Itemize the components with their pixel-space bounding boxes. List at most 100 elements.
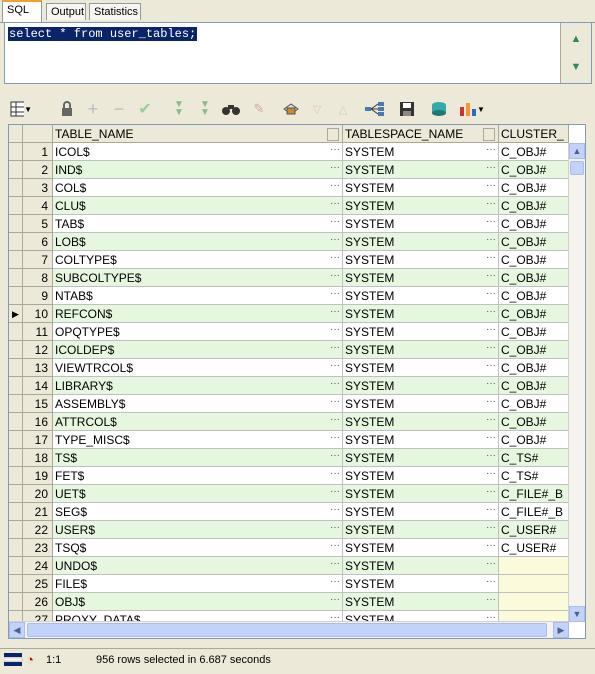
cluster-name-cell[interactable]: C_OBJ# [499,197,569,215]
row-indicator[interactable] [9,413,23,431]
row-number[interactable]: 8 [23,269,53,287]
cell-ellipsis-button[interactable]: ··· [486,179,496,193]
cell-ellipsis-button[interactable]: ··· [330,485,340,499]
table-name-cell[interactable]: TSQ$ ··· [53,539,343,557]
row-indicator[interactable] [9,467,23,485]
tablespace-name-cell[interactable]: SYSTEM ··· [343,377,499,395]
cluster-name-cell[interactable] [499,575,569,593]
tablespace-name-cell[interactable]: SYSTEM ··· [343,323,499,341]
row-number[interactable]: 23 [23,539,53,557]
table-name-cell[interactable]: COL$ ··· [53,179,343,197]
tablespace-name-cell[interactable]: SYSTEM ··· [343,341,499,359]
table-name-cell[interactable]: OPQTYPE$ ··· [53,323,343,341]
cell-ellipsis-button[interactable]: ··· [486,143,496,157]
tablespace-name-cell[interactable]: SYSTEM ··· [343,521,499,539]
tab-output[interactable]: Output [46,3,86,20]
table-name-cell[interactable]: UNDO$ ··· [53,557,343,575]
table-row[interactable]: 20 UET$ ··· SYSTEM ··· C_FILE#_B [9,485,569,503]
row-indicator[interactable] [9,593,23,611]
table-name-cell[interactable]: ICOLDEP$ ··· [53,341,343,359]
cell-ellipsis-button[interactable]: ··· [486,431,496,445]
table-name-cell[interactable]: REFCON$ ··· [53,305,343,323]
cell-ellipsis-button[interactable]: ··· [330,269,340,283]
row-number[interactable]: 10 [23,305,53,323]
row-indicator[interactable] [9,521,23,539]
cluster-name-cell[interactable]: C_OBJ# [499,161,569,179]
row-indicator[interactable] [9,323,23,341]
table-row[interactable]: ▶ 10 REFCON$ ··· SYSTEM ··· C_OBJ# [9,305,569,323]
table-row[interactable]: 6 LOB$ ··· SYSTEM ··· C_OBJ# [9,233,569,251]
cell-ellipsis-button[interactable]: ··· [330,287,340,301]
row-number[interactable]: 9 [23,287,53,305]
cluster-name-cell[interactable]: C_OBJ# [499,395,569,413]
cluster-name-cell[interactable]: C_OBJ# [499,305,569,323]
table-name-cell[interactable]: FET$ ··· [53,467,343,485]
tablespace-name-cell[interactable]: SYSTEM ··· [343,449,499,467]
cell-ellipsis-button[interactable]: ··· [330,215,340,229]
scroll-up-icon[interactable]: ▲ [569,143,585,159]
save-icon[interactable] [396,98,418,120]
row-number[interactable]: 12 [23,341,53,359]
cell-ellipsis-button[interactable]: ··· [330,305,340,319]
table-row[interactable]: 14 LIBRARY$ ··· SYSTEM ··· C_OBJ# [9,377,569,395]
table-name-cell[interactable]: TYPE_MISC$ ··· [53,431,343,449]
cluster-name-cell[interactable]: C_OBJ# [499,287,569,305]
table-name-cell[interactable]: IND$ ··· [53,161,343,179]
table-name-cell[interactable]: TAB$ ··· [53,215,343,233]
cell-ellipsis-button[interactable]: ··· [486,503,496,517]
cluster-name-cell[interactable]: C_USER# [499,539,569,557]
table-name-cell[interactable]: LIBRARY$ ··· [53,377,343,395]
table-row[interactable]: 26 OBJ$ ··· SYSTEM ··· [9,593,569,611]
delete-record-icon[interactable]: − [108,98,130,120]
query-by-example-icon[interactable] [280,98,302,120]
cell-ellipsis-button[interactable]: ··· [486,539,496,553]
tablespace-name-cell[interactable]: SYSTEM ··· [343,233,499,251]
previous-statement-icon[interactable]: ▲ [570,33,582,45]
tablespace-name-cell[interactable]: SYSTEM ··· [343,215,499,233]
row-number[interactable]: 22 [23,521,53,539]
row-indicator[interactable] [9,161,23,179]
cell-ellipsis-button[interactable]: ··· [486,449,496,463]
table-row[interactable]: 19 FET$ ··· SYSTEM ··· C_TS# [9,467,569,485]
scroll-right-icon[interactable]: ▶ [553,622,569,638]
vertical-scroll-thumb[interactable] [570,161,584,175]
cluster-name-cell[interactable]: C_TS# [499,467,569,485]
cell-ellipsis-button[interactable]: ··· [486,305,496,319]
cell-ellipsis-button[interactable]: ··· [486,557,496,571]
cell-ellipsis-button[interactable]: ··· [330,359,340,373]
cell-ellipsis-button[interactable]: ··· [486,377,496,391]
row-number[interactable]: 3 [23,179,53,197]
row-number[interactable]: 1 [23,143,53,161]
cluster-name-cell[interactable]: C_OBJ# [499,431,569,449]
table-name-cell[interactable]: USER$ ··· [53,521,343,539]
tablespace-name-cell[interactable]: SYSTEM ··· [343,575,499,593]
cluster-name-cell[interactable]: C_OBJ# [499,179,569,197]
table-row[interactable]: 13 VIEWTRCOL$ ··· SYSTEM ··· C_OBJ# [9,359,569,377]
cluster-name-cell[interactable]: C_TS# [499,449,569,467]
cell-ellipsis-button[interactable]: ··· [330,233,340,247]
cell-ellipsis-button[interactable]: ··· [486,215,496,229]
table-name-cell[interactable]: COLTYPE$ ··· [53,251,343,269]
cluster-name-cell[interactable]: C_OBJ# [499,377,569,395]
cell-ellipsis-button[interactable]: ··· [330,521,340,535]
row-number[interactable]: 16 [23,413,53,431]
row-number[interactable]: 15 [23,395,53,413]
table-name-cell[interactable]: SUBCOLTYPE$ ··· [53,269,343,287]
tablespace-name-cell[interactable]: SYSTEM ··· [343,251,499,269]
table-row[interactable]: 2 IND$ ··· SYSTEM ··· C_OBJ# [9,161,569,179]
tablespace-name-cell[interactable]: SYSTEM ··· [343,485,499,503]
row-number[interactable]: 2 [23,161,53,179]
tablespace-name-cell[interactable]: SYSTEM ··· [343,431,499,449]
table-name-cell[interactable]: CLU$ ··· [53,197,343,215]
row-number[interactable]: 14 [23,377,53,395]
cell-ellipsis-button[interactable]: ··· [330,143,340,157]
cluster-name-cell[interactable]: C_OBJ# [499,251,569,269]
row-number[interactable]: 13 [23,359,53,377]
tablespace-name-cell[interactable]: SYSTEM ··· [343,143,499,161]
tablespace-name-cell[interactable]: SYSTEM ··· [343,557,499,575]
scroll-down-icon[interactable]: ▼ [569,606,585,622]
tablespace-name-cell[interactable]: SYSTEM ··· [343,161,499,179]
cell-ellipsis-button[interactable]: ··· [486,521,496,535]
cell-ellipsis-button[interactable]: ··· [486,323,496,337]
fetch-last-icon[interactable]: ▼ ▼ [194,98,216,120]
